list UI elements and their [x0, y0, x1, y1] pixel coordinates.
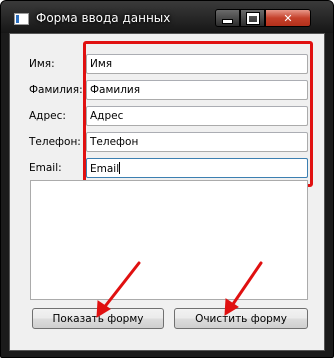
phone-label: Телефон: [29, 136, 81, 148]
output-text-area[interactable] [30, 180, 308, 300]
address-label: Адрес: [29, 110, 66, 122]
maximize-icon [246, 12, 259, 24]
close-button[interactable]: ✕ [265, 9, 311, 27]
minimize-icon [222, 18, 233, 24]
clear-form-button[interactable]: Очистить форму [174, 308, 308, 329]
first-name-label: Имя: [29, 58, 55, 70]
fields-highlight-annotation [83, 41, 313, 187]
last-name-label: Фамилия: [29, 84, 83, 96]
maximize-button[interactable] [240, 9, 265, 27]
email-label: Email: [29, 162, 62, 174]
window-title: Форма ввода данных [36, 11, 171, 25]
window-app-icon [14, 13, 29, 25]
form-client-area: Имя: Имя Фамилия: Фамилия Адрес: Адрес Т… [9, 33, 325, 351]
app-window: Форма ввода данных ✕ Имя: Имя Фамилия: Ф… [0, 0, 334, 358]
minimize-button[interactable] [215, 9, 240, 27]
show-form-button[interactable]: Показать форму [32, 308, 164, 329]
close-icon: ✕ [283, 11, 293, 25]
title-bar[interactable]: Форма ввода данных ✕ [1, 1, 333, 33]
